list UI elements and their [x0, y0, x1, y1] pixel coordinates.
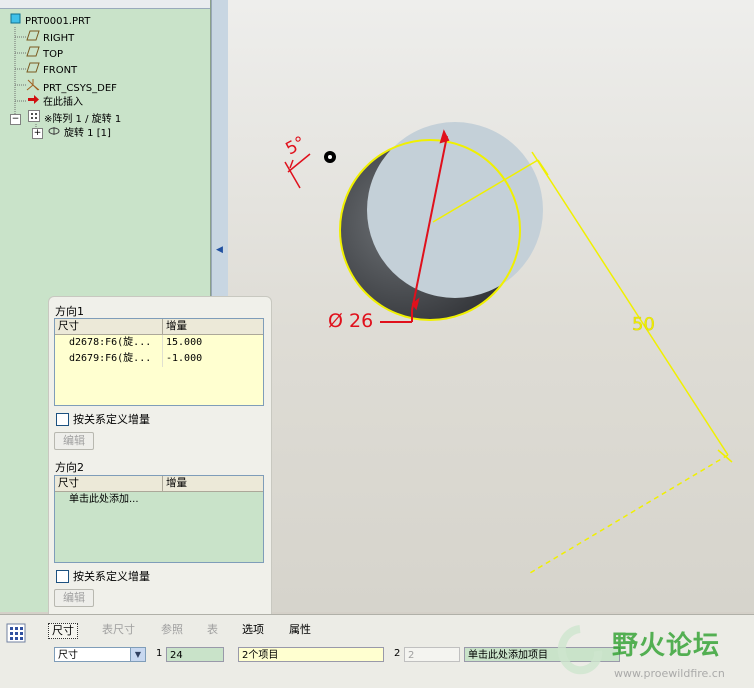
- table-row[interactable]: 单击此处添加...: [55, 492, 263, 508]
- tree-item-part[interactable]: PRT0001.PRT: [8, 13, 90, 28]
- dimension-length-label[interactable]: 50: [632, 314, 655, 335]
- datum-plane-icon: [26, 30, 40, 46]
- pattern-grid-icon[interactable]: [6, 623, 26, 643]
- col-increment-header: 增量: [166, 320, 187, 332]
- tab-properties[interactable]: 属性: [289, 623, 311, 637]
- tree-item-csys[interactable]: PRT_CSYS_DEF: [26, 78, 117, 94]
- graphics-window[interactable]: 5° Ø 26 50: [228, 0, 754, 612]
- dir1-index-label: 1: [156, 648, 163, 659]
- col-dimension-header: 尺寸: [55, 319, 163, 334]
- tab-table-dimensions[interactable]: 表尺寸: [102, 623, 135, 637]
- col-increment-header: 增量: [166, 477, 187, 489]
- datum-plane-icon: [26, 46, 40, 62]
- direction2-edit-button[interactable]: 编辑: [54, 589, 94, 607]
- watermark-logo: 野火论坛 www.proewildfire.cn: [550, 619, 750, 685]
- tree-item-top[interactable]: TOP: [26, 46, 63, 61]
- checkbox-box[interactable]: [56, 412, 69, 426]
- direction2-table[interactable]: 尺寸 增量 单击此处添加...: [54, 475, 264, 563]
- tree-item-front[interactable]: FRONT: [26, 62, 77, 77]
- revolve-icon: [47, 126, 61, 141]
- tree-item-insert-here[interactable]: 在此插入: [26, 94, 83, 109]
- increment-cell[interactable]: -1.000: [163, 351, 263, 367]
- model-view: [284, 122, 733, 574]
- direction1-relation-checkbox[interactable]: 按关系定义增量: [56, 411, 150, 427]
- direction2-relation-checkbox[interactable]: 按关系定义增量: [56, 568, 150, 584]
- watermark-swirl-icon: [557, 625, 603, 675]
- table-row[interactable]: d2679:F6(旋... -1.000: [55, 351, 263, 367]
- direction1-title: 方向1: [55, 305, 84, 318]
- tree-item-pattern[interactable]: − ※阵列 1 / 旋转 1: [10, 110, 121, 125]
- insert-here-arrow-icon: [26, 94, 40, 110]
- tab-table[interactable]: 表: [207, 623, 218, 637]
- dir1-items-field[interactable]: 2个项目: [238, 647, 384, 662]
- expand-icon[interactable]: +: [32, 127, 43, 139]
- increment-cell[interactable]: 15.000: [163, 335, 263, 351]
- direction2-title: 方向2: [55, 461, 84, 474]
- checkbox-box[interactable]: [56, 569, 69, 583]
- pattern-dimensions-panel: 方向1 尺寸 增量 d2678:F6(旋... 15.000 d2679:F6(…: [48, 296, 272, 616]
- col-dimension-header: 尺寸: [55, 476, 163, 491]
- add-item-placeholder[interactable]: 单击此处添加...: [55, 492, 255, 508]
- direction1-edit-button[interactable]: 编辑: [54, 432, 94, 450]
- collapse-arrow-icon[interactable]: ◀: [216, 245, 223, 259]
- datum-plane-icon: [26, 62, 40, 78]
- tab-dimensions[interactable]: 尺寸: [48, 623, 78, 639]
- pattern-type-select[interactable]: 尺寸 ▼: [54, 647, 146, 662]
- pattern-icon: [27, 110, 41, 127]
- part-icon: [8, 13, 22, 29]
- tree-item-revolve[interactable]: + 旋转 1 [1]: [32, 126, 111, 141]
- tab-references[interactable]: 参照: [161, 623, 183, 637]
- dir2-count-input[interactable]: 2: [404, 647, 460, 662]
- dir1-count-input[interactable]: 24: [166, 647, 224, 662]
- dimension-angle-lines[interactable]: [284, 153, 311, 189]
- dir2-index-label: 2: [394, 648, 401, 659]
- dimension-diameter-label[interactable]: Ø 26: [328, 310, 373, 332]
- pattern-dashboard: 尺寸 表尺寸 参照 表 选项 属性 尺寸 ▼ 1 24 2个项目 2 2 单击此…: [0, 614, 754, 688]
- tab-options[interactable]: 选项: [242, 623, 264, 637]
- chevron-down-icon[interactable]: ▼: [130, 648, 145, 661]
- watermark-title: 野火论坛: [612, 631, 721, 661]
- direction1-table[interactable]: 尺寸 增量 d2678:F6(旋... 15.000 d2679:F6(旋...…: [54, 318, 264, 406]
- collapse-icon[interactable]: −: [10, 113, 21, 125]
- dimension-cell: d2679:F6(旋...: [55, 351, 163, 367]
- table-row[interactable]: d2678:F6(旋... 15.000: [55, 335, 263, 351]
- watermark-url: www.proewildfire.cn: [614, 667, 725, 680]
- tree-item-right[interactable]: RIGHT: [26, 30, 74, 45]
- dimension-cell: d2678:F6(旋...: [55, 335, 163, 351]
